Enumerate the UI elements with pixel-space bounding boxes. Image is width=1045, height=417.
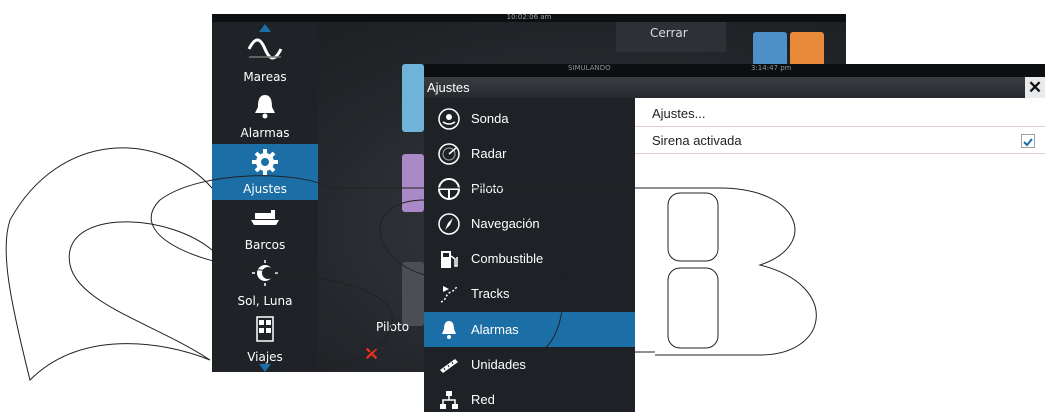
left-item-label: Mareas bbox=[243, 70, 287, 84]
simulating-status: SIMULANDO bbox=[568, 64, 611, 72]
menu-item-label: Combustible bbox=[471, 251, 544, 266]
menu-item-tracks[interactable]: Tracks bbox=[424, 276, 635, 311]
settings-menu: Sonda Radar Piloto Navegación Combustibl… bbox=[424, 98, 635, 412]
app-tile-partial[interactable] bbox=[402, 154, 424, 212]
gear-icon bbox=[252, 149, 278, 175]
sun-moon-icon bbox=[252, 260, 278, 286]
left-item-mareas[interactable]: Mareas bbox=[212, 32, 318, 88]
dialog-title-bar: Ajustes ✕ bbox=[424, 77, 1045, 98]
steering-wheel-icon bbox=[438, 178, 460, 200]
piloto-tile-label: Piloto bbox=[376, 320, 410, 334]
left-item-label: Ajustes bbox=[243, 182, 287, 196]
left-item-label: Barcos bbox=[244, 238, 286, 252]
panel-row-label: Ajustes... bbox=[652, 106, 706, 121]
dialog-status-bar: SIMULANDO 3:14:47 pm bbox=[424, 64, 1045, 77]
fuel-pump-icon bbox=[441, 251, 458, 268]
menu-item-navegacion[interactable]: Navegación bbox=[424, 206, 635, 241]
left-item-label: Viajes bbox=[247, 350, 283, 364]
chart-app-tile[interactable] bbox=[753, 32, 787, 66]
menu-item-label: Alarmas bbox=[471, 322, 519, 337]
sonar-icon bbox=[438, 108, 460, 130]
ship-icon bbox=[251, 210, 279, 225]
app-tile-partial[interactable] bbox=[402, 64, 424, 132]
piloto-tile-partial[interactable] bbox=[402, 262, 424, 326]
left-item-viajes[interactable]: Viajes bbox=[212, 312, 318, 368]
background-clock: 10:02:06 am bbox=[506, 13, 552, 21]
left-item-barcos[interactable]: Barcos bbox=[212, 200, 318, 256]
compass-icon bbox=[438, 213, 460, 235]
track-icon bbox=[440, 285, 458, 303]
menu-item-label: Navegación bbox=[471, 216, 540, 231]
menu-item-label: Radar bbox=[471, 146, 507, 161]
dialog-title: Ajustes bbox=[427, 80, 470, 95]
menu-item-label: Piloto bbox=[471, 181, 504, 196]
menu-item-label: Sonda bbox=[471, 111, 509, 126]
menu-item-label: Red bbox=[471, 392, 495, 407]
calculator-icon bbox=[256, 316, 274, 342]
tide-wave-icon bbox=[247, 38, 283, 60]
menu-item-sonda[interactable]: Sonda bbox=[424, 101, 635, 136]
menu-item-radar[interactable]: Radar bbox=[424, 136, 635, 171]
left-item-sol-luna[interactable]: Sol, Luna bbox=[212, 256, 318, 312]
menu-item-piloto[interactable]: Piloto bbox=[424, 171, 635, 206]
panel-row-settings[interactable]: Ajustes... bbox=[635, 100, 1045, 127]
chevron-down-icon[interactable] bbox=[259, 364, 271, 372]
close-button[interactable]: ✕ bbox=[1025, 77, 1045, 98]
siren-checkbox[interactable] bbox=[1021, 134, 1035, 148]
left-item-ajustes[interactable]: Ajustes bbox=[212, 144, 318, 200]
background-close-button[interactable]: Cerrar bbox=[650, 26, 688, 40]
menu-item-unidades[interactable]: Unidades bbox=[424, 347, 635, 382]
bell-icon bbox=[442, 321, 456, 339]
menu-item-alarmas[interactable]: Alarmas bbox=[424, 312, 635, 347]
settings-dialog: SIMULANDO 3:14:47 pm Ajustes ✕ Sonda Rad… bbox=[424, 64, 1045, 412]
dialog-clock: 3:14:47 pm bbox=[751, 64, 792, 72]
close-icon[interactable]: ✕ bbox=[364, 344, 379, 365]
left-item-label: Alarmas bbox=[240, 126, 290, 140]
network-icon bbox=[440, 391, 458, 409]
left-item-alarmas[interactable]: Alarmas bbox=[212, 88, 318, 144]
chevron-up-icon[interactable] bbox=[259, 24, 271, 32]
menu-item-combustible[interactable]: Combustible bbox=[424, 241, 635, 276]
app-tile[interactable] bbox=[790, 32, 824, 66]
left-item-label: Sol, Luna bbox=[237, 294, 293, 308]
background-left-menu: Mareas Alarmas Ajustes Barcos Sol, Luna … bbox=[212, 22, 318, 372]
bell-icon bbox=[255, 95, 275, 119]
background-status-bar: 10:02:06 am bbox=[212, 13, 846, 22]
panel-row-siren[interactable]: Sirena activada bbox=[635, 127, 1045, 154]
checkmark-icon bbox=[1023, 138, 1033, 147]
radar-icon bbox=[438, 143, 460, 165]
ruler-icon bbox=[440, 359, 458, 373]
panel-row-label: Sirena activada bbox=[652, 133, 742, 148]
menu-item-label: Unidades bbox=[471, 357, 526, 372]
menu-item-label: Tracks bbox=[471, 286, 510, 301]
